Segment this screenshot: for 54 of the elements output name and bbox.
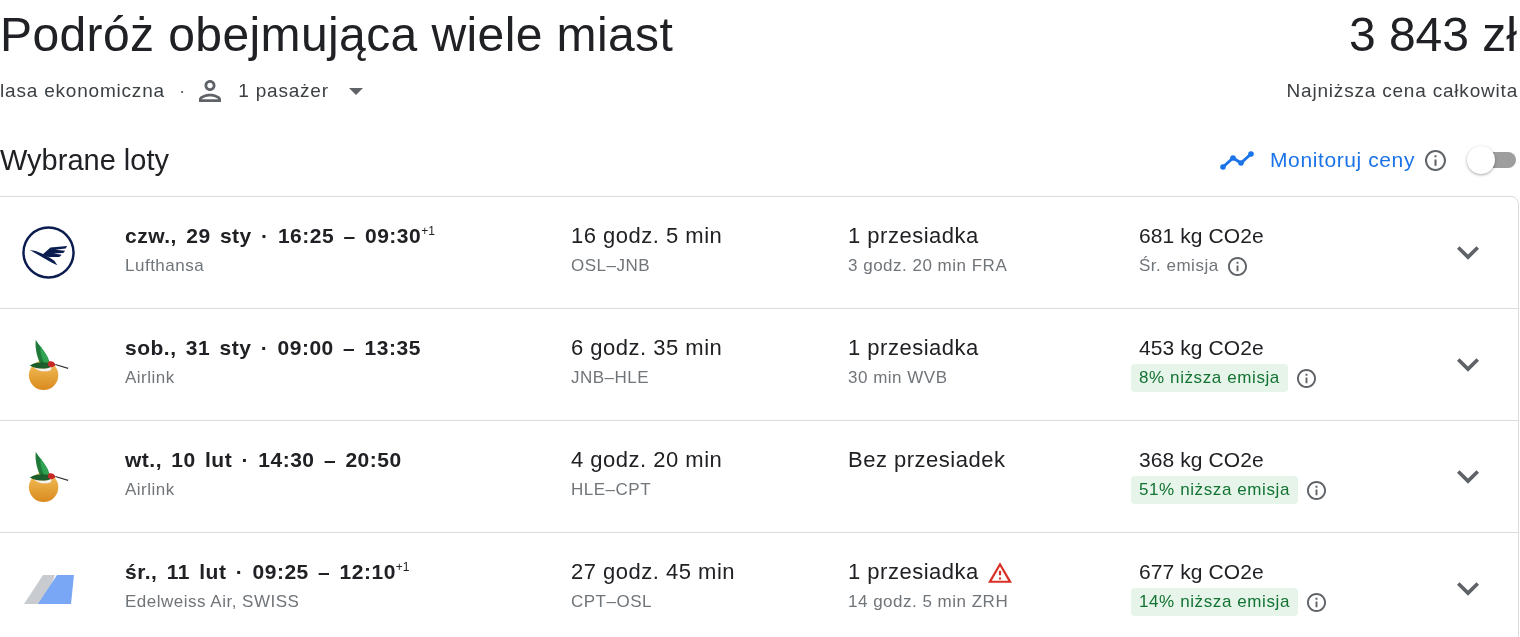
info-icon[interactable] [1227,256,1247,276]
airline-name: Airlink [125,480,175,500]
stops-count: 1 przesiadka [848,335,979,361]
airline-name: Airlink [125,368,175,388]
flight-duration: 27 godz. 45 min [571,559,736,585]
emission-badge: 51% niższa emisja [1131,476,1298,504]
info-icon[interactable] [1296,368,1316,388]
info-icon[interactable] [1307,480,1326,500]
cabin-class: lasa ekonomiczna [0,79,165,103]
route-codes: JNB–HLE [571,368,650,388]
trip-title: Podróż obejmująca wiele miast [0,7,674,63]
caret-icon [348,87,363,95]
layover-details: 30 min WVB [848,368,948,388]
layover-details: 3 godz. 20 min FRA [848,256,1008,276]
route-codes: CPT–OSL [571,592,652,612]
stops-count: 1 przesiadka [848,559,979,585]
route-codes: OSL–JNB [571,256,651,276]
flight-duration: 4 godz. 20 min [571,447,723,473]
tail-fin-logo-icon [24,573,74,604]
flight-duration: 6 godz. 35 min [571,335,723,361]
person-icon [199,80,222,102]
crane-logo-icon [22,226,75,279]
section-heading: Wybrane loty [0,143,169,178]
emissions-value: 681 kg CO2e [1139,223,1264,249]
chevron-down-icon [1457,469,1479,484]
chevron-down-icon [1457,245,1479,260]
chevron-down-icon [1457,581,1479,596]
stops-count: 1 przesiadka [848,223,979,249]
flight-times: wt., 10 lut · 14:30 – 20:50 [125,447,402,473]
flight-duration: 16 godz. 5 min [571,223,723,249]
chevron-down-icon [1457,357,1479,372]
info-icon[interactable] [1307,592,1326,612]
total-price: 3 843 zł [1348,7,1517,63]
price-tracking-label[interactable]: Monitoruj ceny [1270,147,1415,173]
emission-badge: 14% niższa emisja [1131,588,1298,616]
emissions-value: 453 kg CO2e [1139,335,1264,361]
toggle-switch[interactable] [1466,145,1516,175]
emissions-value: 677 kg CO2e [1139,559,1264,585]
passengers-dropdown[interactable]: 1 pasażer [199,80,363,102]
stops-count: Bez przesiadek [848,447,1006,473]
info-icon[interactable] [1425,149,1446,171]
emission-label: Śr. emisja [1138,256,1219,276]
price-caption: Najniższa cena całkowita [1286,79,1518,103]
separator-dot: · [178,79,186,103]
flight-times: sob., 31 sty · 09:00 – 13:35 [125,335,421,361]
trend-line-icon [1220,150,1255,170]
route-codes: HLE–CPT [571,480,652,500]
flight-times: śr., 11 lut · 09:25 – 12:10$^{+1}$ [125,559,410,585]
emissions-value: 368 kg CO2e [1139,447,1264,473]
flight-times: czw., 29 sty · 16:25 – 09:30$^{+1}$ [125,223,435,249]
emission-badge: 8% niższa emisja [1131,364,1288,392]
layover-details: 14 godz. 5 min ZRH [848,592,1009,612]
airline-name: Edelweiss Air, SWISS [125,592,300,612]
airline-name: Lufthansa [125,256,205,276]
